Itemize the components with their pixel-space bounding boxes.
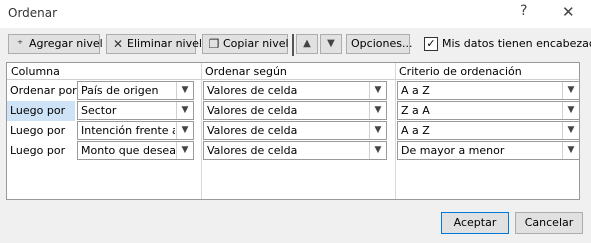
row-label: Luego por bbox=[10, 144, 66, 157]
sort-on-select[interactable]: Valores de celda ▼ bbox=[203, 81, 387, 100]
sort-level-row[interactable]: Luego por Intención frente a lo▼ Valores… bbox=[7, 121, 580, 141]
options-button[interactable]: Opciones... bbox=[346, 34, 412, 54]
chevron-down-icon[interactable]: ▼ bbox=[562, 122, 579, 139]
move-up-button[interactable]: ▲ bbox=[296, 34, 318, 54]
headers-checkbox[interactable]: ✓ bbox=[424, 37, 438, 51]
chevron-down-icon[interactable]: ▼ bbox=[176, 102, 193, 119]
chevron-down-icon[interactable]: ▼ bbox=[369, 82, 386, 99]
sort-on-select-value: Valores de celda bbox=[207, 104, 298, 117]
sort-level-row[interactable]: Ordenar por País de origen ▼ Valores de c… bbox=[7, 81, 580, 101]
sort-on-select-value: Valores de celda bbox=[207, 144, 298, 157]
column-header: Columna bbox=[11, 65, 60, 78]
dialog-title: Ordenar bbox=[8, 6, 58, 20]
add-level-button[interactable]: ⁺ Agregar nivel bbox=[8, 34, 103, 54]
order-select[interactable]: A a Z ▼ bbox=[397, 81, 580, 100]
order-select-value: A a Z bbox=[401, 124, 430, 137]
close-button[interactable]: ✕ bbox=[562, 3, 575, 21]
chevron-down-icon[interactable]: ▼ bbox=[369, 102, 386, 119]
delete-level-button[interactable]: ✕ Eliminar nivel bbox=[106, 34, 202, 54]
sort-levels-grid: Columna Ordenar según Criterio de ordena… bbox=[6, 62, 580, 200]
column-select-value: Monto que desea inv bbox=[81, 144, 175, 157]
header-divider bbox=[7, 79, 579, 80]
chevron-down-icon[interactable]: ▼ bbox=[562, 82, 579, 99]
column-select-value: Sector bbox=[81, 104, 117, 117]
copy-level-label: Copiar nivel bbox=[223, 37, 289, 50]
column-select-value: País de origen bbox=[81, 84, 159, 97]
order-select[interactable]: Z a A ▼ bbox=[397, 101, 580, 120]
sort-on-select-value: Valores de celda bbox=[207, 84, 298, 97]
toolbar-separator bbox=[292, 34, 294, 56]
order-select[interactable]: De mayor a menor ▼ bbox=[397, 141, 580, 160]
chevron-down-icon[interactable]: ▼ bbox=[176, 122, 193, 139]
row-label: Luego por bbox=[10, 124, 66, 137]
column-select[interactable]: Monto que desea inv▼ bbox=[77, 141, 194, 160]
add-level-label: Agregar nivel bbox=[29, 37, 103, 50]
delete-icon: ✕ bbox=[112, 37, 124, 51]
move-down-button[interactable]: ▼ bbox=[320, 34, 342, 54]
row-label: Luego por bbox=[10, 104, 66, 117]
copy-level-button[interactable]: ❐ Copiar nivel bbox=[202, 34, 289, 54]
order-select-value: De mayor a menor bbox=[401, 144, 505, 157]
title-bar: Ordenar ? ✕ bbox=[0, 0, 591, 28]
copy-icon: ❐ bbox=[208, 37, 220, 51]
add-level-icon: ⁺ bbox=[16, 37, 24, 51]
column-select[interactable]: País de origen ▼ bbox=[77, 81, 194, 100]
toolbar: ⁺ Agregar nivel ✕ Eliminar nivel ❐ Copiar n… bbox=[0, 29, 591, 61]
order-select-value: A a Z bbox=[401, 84, 430, 97]
sort-level-row[interactable]: Luego por Monto que desea inv▼ Valores d… bbox=[7, 141, 580, 161]
sort-on-header: Ordenar según bbox=[205, 65, 287, 78]
chevron-down-icon[interactable]: ▼ bbox=[562, 142, 579, 159]
headers-checkbox-label[interactable]: Mis datos tienen encabezados bbox=[442, 37, 591, 50]
order-header: Criterio de ordenación bbox=[399, 65, 522, 78]
chevron-down-icon[interactable]: ▼ bbox=[176, 82, 193, 99]
column-select-value: Intención frente a lo bbox=[81, 124, 175, 137]
column-select[interactable]: Sector ▼ bbox=[77, 101, 194, 120]
order-select[interactable]: A a Z ▼ bbox=[397, 121, 580, 140]
order-select-value: Z a A bbox=[401, 104, 430, 117]
check-mark-icon: ✓ bbox=[426, 37, 436, 50]
chevron-down-icon[interactable]: ▼ bbox=[369, 142, 386, 159]
row-label: Ordenar por bbox=[10, 84, 77, 97]
column-select[interactable]: Intención frente a lo▼ bbox=[77, 121, 194, 140]
sort-on-select[interactable]: Valores de celda ▼ bbox=[203, 101, 387, 120]
sort-on-select[interactable]: Valores de celda ▼ bbox=[203, 121, 387, 140]
cancel-button[interactable]: Cancelar bbox=[515, 212, 583, 234]
help-button[interactable]: ? bbox=[520, 3, 527, 19]
delete-level-label: Eliminar nivel bbox=[127, 37, 202, 50]
chevron-down-icon[interactable]: ▼ bbox=[176, 142, 193, 159]
sort-level-row-selected[interactable]: Luego por Sector ▼ Valores de celda ▼ Z a … bbox=[7, 101, 580, 121]
sort-on-select[interactable]: Valores de celda ▼ bbox=[203, 141, 387, 160]
sort-on-select-value: Valores de celda bbox=[207, 124, 298, 137]
accept-button[interactable]: Aceptar bbox=[441, 212, 509, 234]
chevron-down-icon[interactable]: ▼ bbox=[369, 122, 386, 139]
chevron-down-icon[interactable]: ▼ bbox=[562, 102, 579, 119]
